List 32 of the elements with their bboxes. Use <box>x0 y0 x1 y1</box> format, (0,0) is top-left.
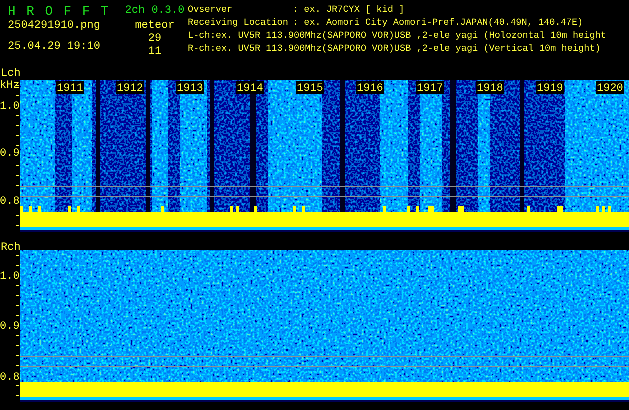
axis-label: 0.8 <box>0 372 20 384</box>
axis-label: 0.9 <box>0 148 20 160</box>
version-label: 2ch 0.3.0 <box>125 4 185 19</box>
channel-info: L-ch:ex. UV5R 113.900Mhz(SAPPORO VOR)USB ,2-ele yagi (Holozontal 10m height <box>188 29 608 42</box>
meteor-count: 11 <box>148 46 162 59</box>
observer-label: Ovserver <box>188 3 234 16</box>
time-label: 1915 <box>297 83 324 95</box>
channel-info: R-ch:ex. UV5R 113.900Mhz(SAPPORO VOR)USB ,2-ele yagi (Vertical 10m height) <box>188 42 602 55</box>
time-label: 1919 <box>537 83 564 95</box>
location-value: : ex. Aomori City Aomori-Pref.JAPAN(40.49N, 140.47E) <box>293 16 584 29</box>
time-label: 1911 <box>57 83 84 95</box>
app-title: H R O F F T <box>8 3 110 20</box>
channel-label: Lch <box>1 68 21 80</box>
axis-label: 0.9 <box>0 321 20 333</box>
axis-label: 0.8 <box>0 196 20 208</box>
time-label: 1920 <box>597 83 624 95</box>
time-label: 1917 <box>417 83 444 95</box>
time-label: 1912 <box>117 83 144 95</box>
observer-value: : ex. JR7CYX [ kid ] <box>293 3 405 16</box>
time-label: 1916 <box>357 83 384 95</box>
axis-label: 1.0 <box>0 101 20 113</box>
date-time: 25.04.29 19:10 <box>8 41 102 54</box>
time-label: 1913 <box>177 83 204 95</box>
location-label: Receiving Location <box>188 16 290 29</box>
time-label: 1918 <box>477 83 504 95</box>
meteor-count: 29 <box>148 33 162 46</box>
unit-label: kHz <box>0 80 20 92</box>
count-label: meteor <box>135 20 175 33</box>
axis-label: 1.0 <box>0 271 20 283</box>
time-label: 1914 <box>237 83 264 95</box>
channel-label: Rch <box>1 242 21 254</box>
file-name: 2504291910.png <box>8 20 102 33</box>
